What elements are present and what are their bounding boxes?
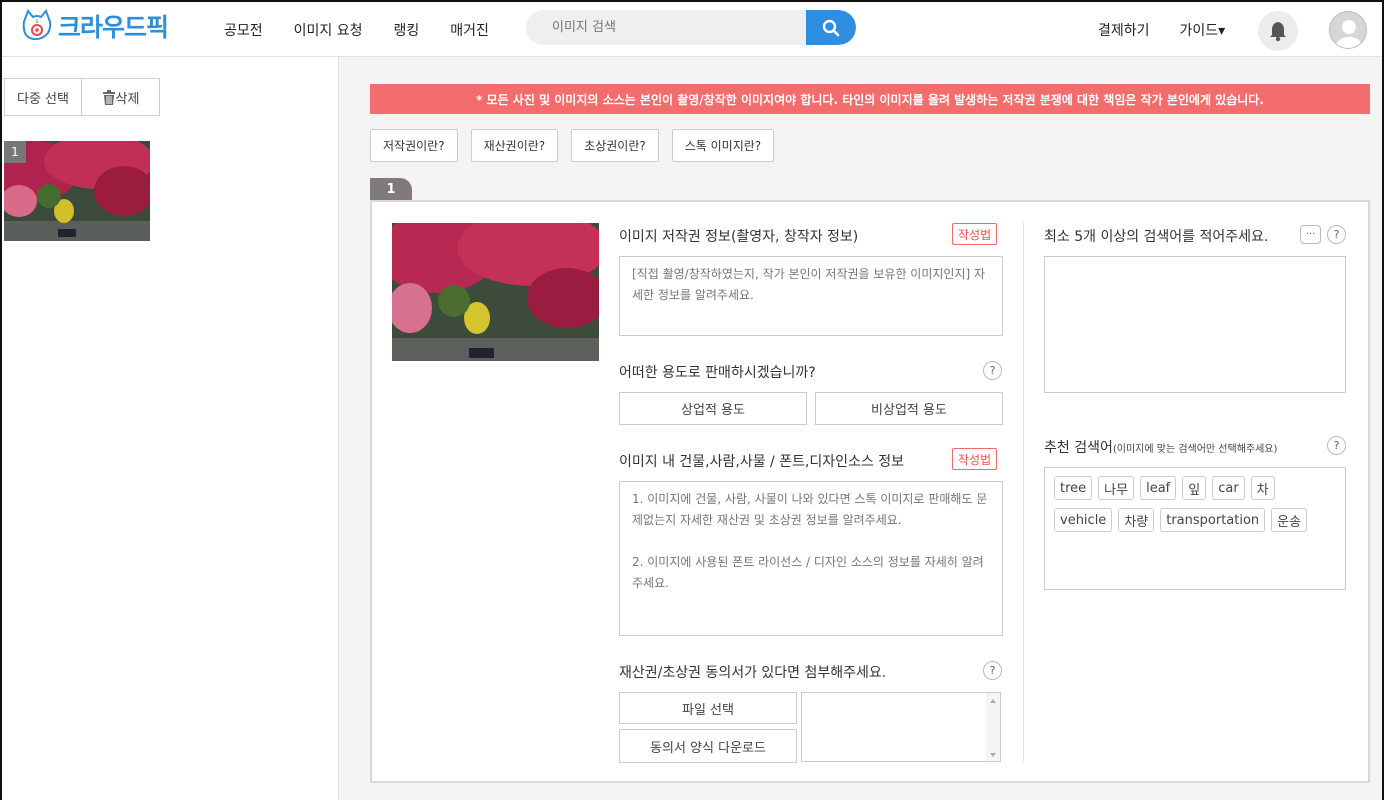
trash-icon — [102, 89, 115, 105]
keyword-tag[interactable]: car — [1212, 476, 1245, 500]
keyword-tag[interactable]: 차량 — [1118, 508, 1155, 532]
user-icon — [1335, 20, 1363, 48]
keywords-more-button[interactable]: ··· — [1300, 225, 1321, 244]
keyword-tag[interactable]: 잎 — [1182, 476, 1207, 500]
notification-button[interactable] — [1258, 11, 1298, 51]
recommended-keywords: tree 나무 leaf 잎 car 차 vehicle 차량 transpor… — [1044, 467, 1346, 590]
delete-label: 삭제 — [115, 91, 140, 107]
source-info-textarea[interactable] — [619, 481, 1003, 636]
sidebar: 다중 선택 삭제 1 — [2, 57, 339, 800]
logo-icon: s — [20, 9, 54, 43]
keywords-help-icon[interactable]: ? — [1327, 225, 1346, 244]
image-preview — [392, 223, 599, 361]
multi-select-button[interactable]: 다중 선택 — [4, 78, 82, 116]
avatar[interactable] — [1329, 11, 1367, 49]
file-list-scrollbar[interactable] — [986, 693, 1000, 761]
image-thumbnail[interactable]: 1 — [4, 141, 150, 241]
logo-text: 크라우드픽 — [58, 13, 169, 42]
rights-column: 이미지 저작권 정보(촬영자, 창작자 정보) 작성법 어떠한 용도로 판매하시… — [619, 202, 1003, 781]
keyword-tag[interactable]: tree — [1054, 476, 1093, 500]
recommended-title: 추천 검색어 — [1044, 440, 1113, 456]
portrait-rights-info-button[interactable]: 초상권이란? — [571, 129, 659, 162]
keyword-tag[interactable]: transportation — [1160, 508, 1266, 532]
consent-help-icon[interactable]: ? — [983, 661, 1002, 680]
header-links: 결제하기 가이드▾ — [1098, 20, 1225, 40]
non-commercial-use-button[interactable]: 비상업적 용도 — [815, 392, 1003, 425]
main-nav: 공모전 이미지 요청 랭킹 매거진 — [224, 20, 489, 40]
search-bar — [526, 10, 856, 45]
column-divider — [1023, 222, 1024, 762]
attached-files-list[interactable] — [801, 692, 1001, 762]
image-form-card: 이미지 저작권 정보(촬영자, 창작자 정보) 작성법 어떠한 용도로 판매하시… — [370, 200, 1370, 783]
nav-item-contest[interactable]: 공모전 — [224, 20, 263, 40]
recommended-keywords-label: 추천 검색어(이미지에 맞는 검색어만 선택해주세요) — [1044, 437, 1277, 457]
keyword-tag[interactable]: vehicle — [1054, 508, 1113, 532]
main-content: * 모든 사진 및 이미지의 소스는 본인이 촬영/창작한 이미지여야 합니다.… — [339, 57, 1382, 800]
keyword-tag[interactable]: 운송 — [1271, 508, 1308, 532]
logo[interactable]: s 크라우드픽 — [20, 8, 169, 44]
copyright-how-to-button[interactable]: 작성법 — [952, 223, 998, 245]
source-info-label: 이미지 내 건물,사람,사물 / 폰트,디자인소스 정보 — [619, 454, 905, 470]
commercial-use-button[interactable]: 상업적 용도 — [619, 392, 807, 425]
consent-download-button[interactable]: 동의서 양식 다운로드 — [619, 729, 797, 763]
keyword-tag[interactable]: leaf — [1140, 476, 1177, 500]
search-button[interactable] — [806, 10, 856, 45]
scroll-arrows-icon — [990, 699, 996, 757]
keyword-tag[interactable]: 나무 — [1098, 476, 1135, 500]
image-tab[interactable]: 1 — [370, 178, 412, 200]
search-input[interactable] — [526, 10, 806, 45]
stock-image-info-button[interactable]: 스톡 이미지란? — [671, 129, 775, 162]
property-rights-info-button[interactable]: 재산권이란? — [470, 129, 559, 162]
file-select-button[interactable]: 파일 선택 — [619, 692, 797, 724]
keywords-column: 최소 5개 이상의 검색어를 적어주세요. ··· ? 추천 검색어(이미지에 … — [1044, 202, 1346, 781]
delete-button[interactable]: 삭제 — [82, 78, 160, 116]
info-buttons: 저작권이란? 재산권이란? 초상권이란? 스톡 이미지란? — [370, 129, 775, 162]
usage-help-icon[interactable]: ? — [983, 361, 1002, 380]
search-icon — [822, 19, 840, 36]
bell-icon — [1270, 22, 1286, 42]
keywords-label: 최소 5개 이상의 검색어를 적어주세요. — [1044, 229, 1269, 245]
nav-item-image-request[interactable]: 이미지 요청 — [294, 20, 363, 40]
copyright-info-button[interactable]: 저작권이란? — [370, 129, 458, 162]
header: s 크라우드픽 공모전 이미지 요청 랭킹 매거진 결제하기 가이드▾ — [2, 2, 1382, 57]
copyright-label: 이미지 저작권 정보(촬영자, 창작자 정보) — [619, 229, 859, 245]
checkout-link[interactable]: 결제하기 — [1098, 20, 1150, 40]
copyright-info-textarea[interactable] — [619, 256, 1003, 336]
recommended-help-icon[interactable]: ? — [1327, 436, 1346, 455]
keywords-input[interactable] — [1044, 256, 1346, 393]
guide-dropdown[interactable]: 가이드▾ — [1180, 20, 1226, 40]
nav-item-magazine[interactable]: 매거진 — [450, 20, 489, 40]
consent-label: 재산권/초상권 동의서가 있다면 첨부해주세요. — [619, 665, 887, 681]
usage-question: 어떠한 용도로 판매하시겠습니까? — [619, 365, 816, 381]
source-how-to-button[interactable]: 작성법 — [952, 448, 998, 470]
nav-item-ranking[interactable]: 랭킹 — [394, 20, 420, 40]
multi-select-label: 다중 선택 — [17, 91, 69, 107]
copyright-notice: * 모든 사진 및 이미지의 소스는 본인이 촬영/창작한 이미지여야 합니다.… — [370, 84, 1370, 114]
recommended-note: (이미지에 맞는 검색어만 선택해주세요) — [1112, 444, 1278, 455]
keyword-tag[interactable]: 차 — [1250, 476, 1275, 500]
thumbnail-number: 1 — [4, 141, 26, 163]
svg-text:s: s — [35, 18, 38, 25]
preview-photo — [392, 223, 599, 361]
sidebar-actions: 다중 선택 삭제 — [4, 78, 160, 116]
